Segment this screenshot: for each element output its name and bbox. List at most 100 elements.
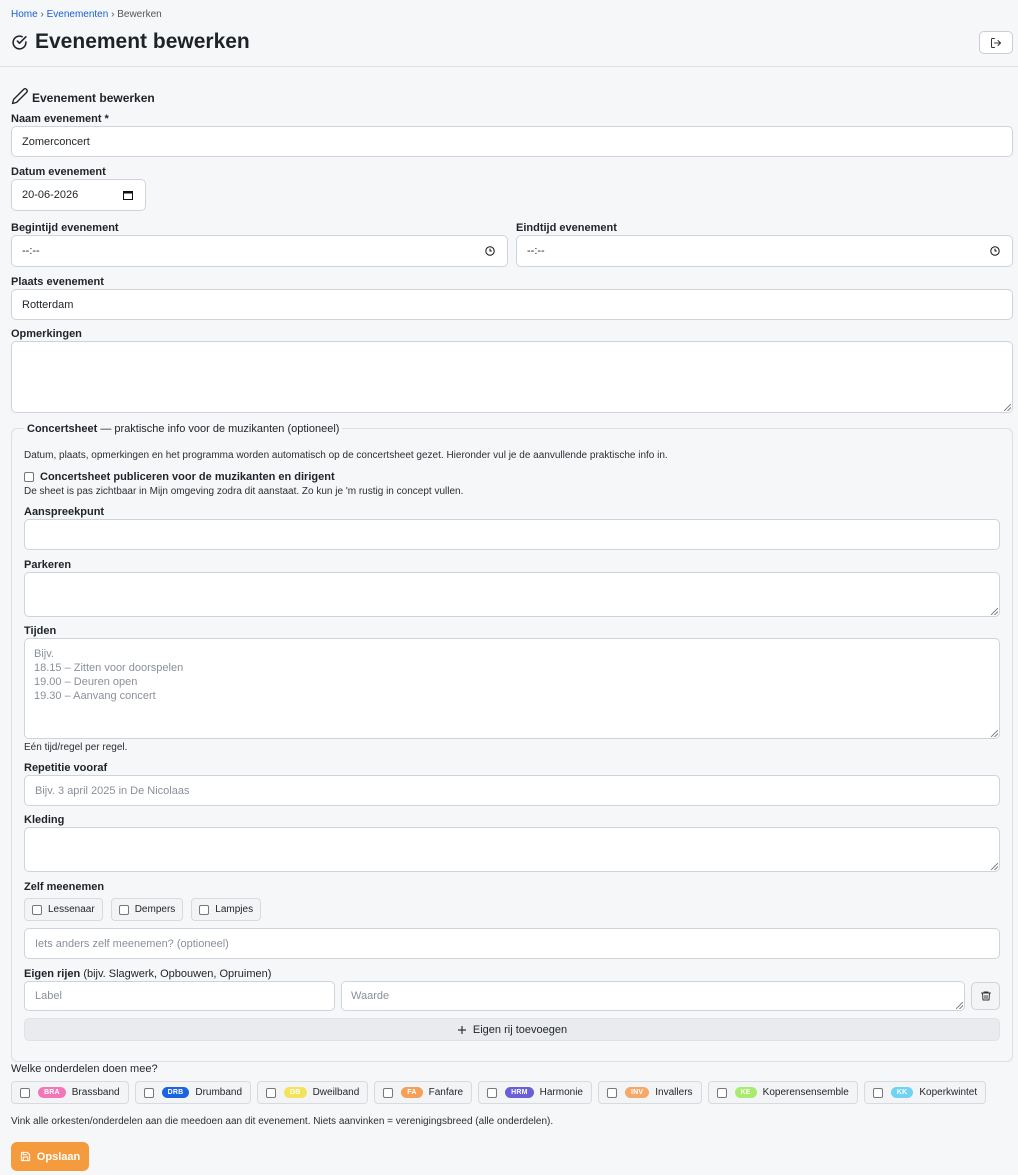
delete-row-button[interactable] xyxy=(971,982,1000,1010)
breadcrumb-current: Bewerken xyxy=(117,9,162,20)
plus-icon xyxy=(457,1025,467,1035)
add-row-button[interactable]: Eigen rij toevoegen xyxy=(24,1018,1000,1041)
save-button[interactable]: Opslaan xyxy=(11,1142,89,1171)
breadcrumb-events-link[interactable]: Evenementen xyxy=(47,9,109,20)
start-time-value: --:-- xyxy=(22,245,40,257)
bring-item-label: Lessenaar xyxy=(48,904,95,915)
logout-icon xyxy=(990,37,1002,49)
date-input[interactable]: 20-06-2026 xyxy=(11,179,146,211)
bring-item-label: Dempers xyxy=(134,904,176,915)
division-chip-harmonie[interactable]: HRM Harmonie xyxy=(478,1081,592,1104)
division-badge: HRM xyxy=(505,1087,534,1098)
clock-icon[interactable] xyxy=(990,246,1000,256)
division-chip-brassband[interactable]: BRA Brassband xyxy=(11,1081,129,1104)
name-label: Naam evenement * xyxy=(11,113,109,125)
end-time-value: --:-- xyxy=(527,245,545,257)
clock-icon[interactable] xyxy=(485,246,495,256)
place-input[interactable] xyxy=(11,289,1013,320)
division-checkbox[interactable] xyxy=(266,1087,277,1098)
save-label: Opslaan xyxy=(36,1150,81,1163)
divisions-help: Vink alle orkesten/onderdelen aan die me… xyxy=(11,1116,554,1127)
form-section-title-text: Evenement bewerken xyxy=(32,91,155,105)
division-badge: BRA xyxy=(38,1087,66,1098)
division-chip-dweilband[interactable]: DB Dweilband xyxy=(257,1081,369,1104)
breadcrumb-home-link[interactable]: Home xyxy=(11,9,38,20)
remarks-wrapper xyxy=(11,341,1013,413)
bring-item-checkbox[interactable] xyxy=(118,904,129,915)
division-chip-drumband[interactable]: DRB Drumband xyxy=(134,1081,252,1104)
bring-items: Lessenaar Dempers Lampjes xyxy=(24,898,262,921)
division-checkbox[interactable] xyxy=(20,1087,30,1098)
division-chip-invallers[interactable]: INV Invallers xyxy=(598,1081,702,1104)
calendar-icon[interactable] xyxy=(123,190,133,200)
clothing-wrapper xyxy=(24,827,1000,872)
division-name: Invallers xyxy=(655,1087,693,1098)
division-badge: DRB xyxy=(161,1087,190,1098)
page-title: Evenement bewerken xyxy=(35,30,250,53)
bring-label: Zelf meenemen xyxy=(24,881,105,893)
division-checkbox[interactable] xyxy=(872,1087,883,1098)
bring-item-lessenaar[interactable]: Lessenaar xyxy=(24,898,103,921)
custom-rows-hint: (bijv. Slagwerk, Opbouwen, Opruimen) xyxy=(83,968,272,980)
division-checkbox[interactable] xyxy=(143,1087,154,1098)
division-name: Harmonie xyxy=(539,1087,583,1098)
division-chip-koperkwintet[interactable]: KK Koperkwintet xyxy=(863,1081,987,1104)
bring-item-dempers[interactable]: Dempers xyxy=(110,898,184,921)
custom-row-value-wrapper xyxy=(341,981,965,1011)
parking-wrapper xyxy=(24,572,1000,617)
remarks-label: Opmerkingen xyxy=(11,328,82,340)
parking-label: Parkeren xyxy=(24,559,72,571)
division-checkbox[interactable] xyxy=(487,1087,498,1098)
publish-checkbox-row[interactable]: Concertsheet publiceren voor de muzikant… xyxy=(24,471,335,483)
divisions-list: BRA Brassband DRB Drumband DB Dweilband … xyxy=(11,1081,987,1104)
resize-grip-icon[interactable] xyxy=(991,608,998,615)
concertsheet-legend-subtitle: — praktische info voor de muzikanten (op… xyxy=(97,423,340,435)
division-chip-koperensemble[interactable]: KE Koperensensemble xyxy=(707,1081,858,1104)
resize-grip-icon[interactable] xyxy=(1004,404,1011,411)
custom-row-label-input[interactable] xyxy=(24,981,335,1011)
division-checkbox[interactable] xyxy=(383,1087,394,1098)
start-time-input[interactable]: --:-- xyxy=(11,235,508,267)
date-value: 20-06-2026 xyxy=(22,189,79,201)
resize-grip-icon[interactable] xyxy=(991,730,998,737)
division-chip-fanfare[interactable]: FA Fanfare xyxy=(374,1081,473,1104)
division-checkbox[interactable] xyxy=(716,1087,727,1098)
bring-other-input[interactable] xyxy=(24,928,1000,959)
name-input[interactable] xyxy=(11,126,1013,157)
concertsheet-legend-title: Concertsheet xyxy=(27,423,98,435)
breadcrumb-separator: › xyxy=(111,9,115,20)
end-time-label: Eindtijd evenement xyxy=(516,222,617,234)
parking-textarea[interactable] xyxy=(24,572,1000,617)
publish-help: De sheet is pas zichtbaar in Mijn omgevi… xyxy=(24,486,464,497)
logout-button[interactable] xyxy=(979,31,1013,54)
resize-grip-icon[interactable] xyxy=(956,1002,963,1009)
contact-input[interactable] xyxy=(24,519,1000,550)
breadcrumb-separator: › xyxy=(40,9,44,20)
division-name: Dweilband xyxy=(312,1087,360,1098)
division-name: Koperensensemble xyxy=(762,1087,849,1098)
times-textarea[interactable] xyxy=(24,638,1000,739)
place-label: Plaats evenement xyxy=(11,276,104,288)
add-row-label: Eigen rij toevoegen xyxy=(472,1023,568,1036)
division-checkbox[interactable] xyxy=(607,1087,617,1098)
publish-checkbox[interactable] xyxy=(24,472,34,482)
concertsheet-legend: Concertsheet — praktische info voor de m… xyxy=(24,423,343,435)
end-time-input[interactable]: --:-- xyxy=(516,235,1013,267)
custom-rows-heading: Eigen rijen (bijv. Slagwerk, Opbouwen, O… xyxy=(24,968,271,980)
clothing-textarea[interactable] xyxy=(24,827,1000,872)
pencil-icon xyxy=(11,87,29,105)
custom-rows-label: Eigen rijen xyxy=(24,968,81,980)
resize-grip-icon[interactable] xyxy=(991,863,998,870)
rehearsal-input[interactable] xyxy=(24,775,1000,806)
bring-item-checkbox[interactable] xyxy=(199,904,210,915)
page-header: Evenement bewerken xyxy=(11,30,250,54)
times-help: Eén tijd/regel per regel. xyxy=(24,742,128,753)
contact-label: Aanspreekpunt xyxy=(24,506,105,518)
breadcrumb: Home › Evenementen › Bewerken xyxy=(11,9,162,20)
remarks-textarea[interactable] xyxy=(11,341,1013,413)
division-badge: INV xyxy=(625,1087,650,1098)
bring-item-lampjes[interactable]: Lampjes xyxy=(191,898,262,921)
bring-item-checkbox[interactable] xyxy=(32,904,42,915)
start-time-label: Begintijd evenement xyxy=(11,222,119,234)
custom-row-value-textarea[interactable] xyxy=(341,981,965,1011)
